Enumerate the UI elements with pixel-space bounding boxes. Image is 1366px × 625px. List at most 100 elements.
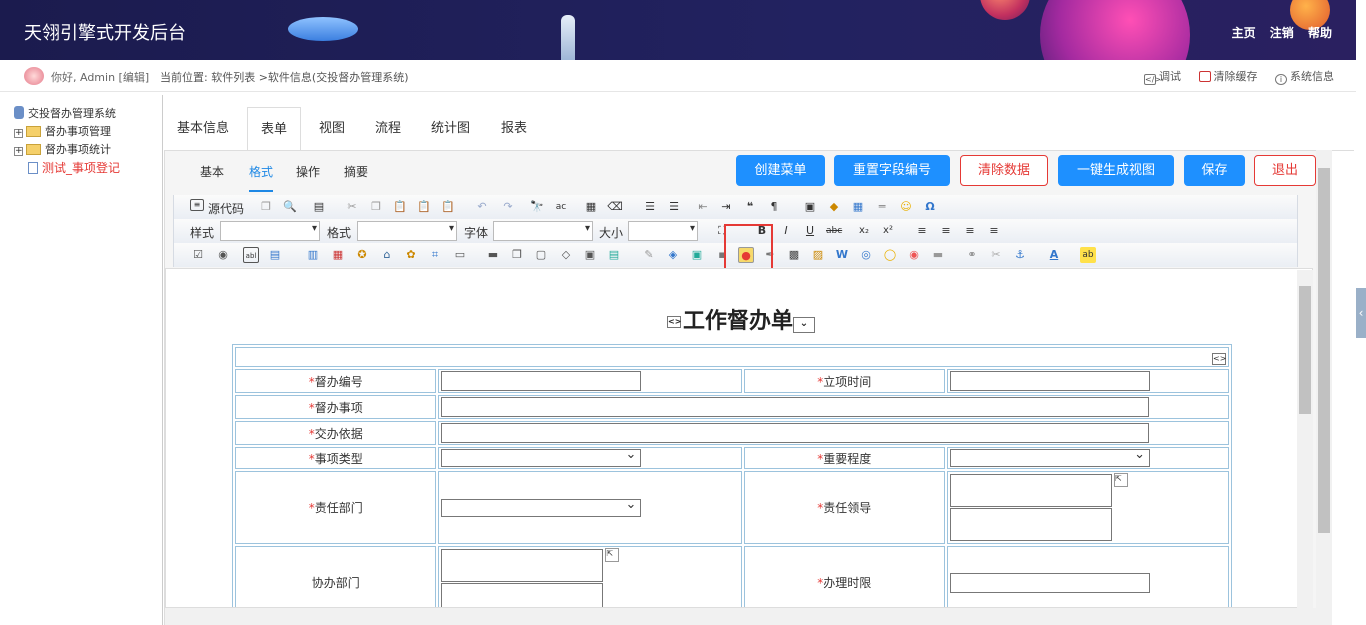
copy-field-icon[interactable]: ❐ [509, 247, 525, 263]
cut-icon[interactable]: ✂ [344, 199, 360, 215]
copy2-icon[interactable]: ❐ [368, 199, 384, 215]
align-center-icon[interactable]: ≡ [938, 223, 954, 239]
table-icon[interactable]: ▦ [850, 199, 866, 215]
tree-root[interactable]: 交投督办管理系统 [14, 105, 116, 121]
superscript-icon[interactable]: x² [880, 223, 896, 239]
tree-item-active[interactable]: 测试_事项登记 [28, 159, 120, 176]
tree-item[interactable]: + 督办事项管理 [14, 123, 111, 139]
stamp-icon[interactable]: ◉ [906, 247, 922, 263]
greeting[interactable]: 你好, Admin [编辑] [51, 69, 149, 85]
separator-icon[interactable]: ▬ [930, 247, 946, 263]
editor-content[interactable]: <>工作督办单 ⌄ <> *督办编号 *立项时间 *督办事项 *交办依据 *事项类… [165, 268, 1313, 608]
font-color-icon[interactable]: A [1046, 247, 1062, 263]
home-link[interactable]: 主页 [1232, 26, 1256, 40]
bank-icon[interactable]: ⌂ [379, 247, 395, 263]
unlink-icon[interactable]: ✂ [988, 247, 1004, 263]
calc-icon[interactable]: ▣ [582, 247, 598, 263]
responsible-leader-textarea[interactable] [949, 508, 1112, 541]
tree-item[interactable]: + 督办事项统计 [14, 141, 111, 157]
layers-icon[interactable]: ◈ [665, 247, 681, 263]
subtab-operation[interactable]: 操作 [296, 163, 320, 180]
select-field-icon[interactable]: ▥ [305, 247, 321, 263]
subtab-basic[interactable]: 基本 [200, 163, 224, 180]
supervise-item-input[interactable] [441, 397, 1150, 417]
item-type-select[interactable] [441, 447, 642, 467]
dept-picker-icon[interactable]: ⇱ [605, 548, 620, 562]
source-tag-icon[interactable]: <> [1212, 352, 1226, 365]
tab-chart[interactable]: 统计图 [418, 107, 483, 151]
subtab-format[interactable]: 格式 [249, 163, 274, 192]
horizontal-scrollbar[interactable] [165, 608, 1332, 625]
debug-link[interactable]: </>调试 [1144, 70, 1181, 85]
font-select[interactable] [493, 221, 593, 241]
format-select[interactable] [357, 221, 457, 241]
eraser-icon[interactable]: ⌫ [607, 199, 623, 215]
deadline-input[interactable] [949, 572, 1150, 593]
preview-icon[interactable]: 🔍 [282, 199, 298, 215]
scroll-thumb[interactable] [1318, 168, 1330, 533]
italic-icon[interactable]: I [778, 223, 794, 239]
image-icon[interactable]: ▣ [802, 199, 818, 215]
redo-icon[interactable]: ↷ [500, 199, 516, 215]
checkbox-icon[interactable]: ☑ [190, 247, 206, 263]
code-field-icon[interactable]: ◇ [558, 247, 574, 263]
clear-cache-link[interactable]: 清除缓存 [1198, 70, 1258, 83]
start-time-input[interactable] [949, 371, 1150, 391]
tab-form[interactable]: 表单 [247, 107, 302, 151]
logout-link[interactable]: 注销 [1270, 26, 1294, 40]
align-justify-icon[interactable]: ≡ [986, 223, 1002, 239]
div-icon[interactable]: ¶ [766, 199, 782, 215]
basis-input[interactable] [441, 423, 1150, 443]
textfield-icon[interactable]: abl [243, 247, 259, 263]
subtab-summary[interactable]: 摘要 [344, 163, 368, 180]
department-icon[interactable]: ✪ [354, 247, 370, 263]
responsible-dept-select[interactable] [441, 497, 642, 517]
paste-word-icon[interactable]: 📋 [440, 199, 456, 215]
tab-report[interactable]: 报表 [488, 107, 540, 151]
outdent-icon[interactable]: ⇤ [695, 199, 711, 215]
assist-dept-textarea[interactable] [441, 583, 604, 607]
button-field-icon[interactable]: ▭ [452, 247, 468, 263]
ordered-list-icon[interactable]: ☰ [642, 199, 658, 215]
clear-data-button[interactable]: 清除数据 [960, 155, 1048, 186]
size-select[interactable] [628, 221, 698, 241]
user-icon[interactable]: ✿ [403, 247, 419, 263]
supervise-no-input[interactable] [441, 371, 642, 391]
source-tag-icon[interactable]: <> [666, 316, 681, 328]
special-char-icon[interactable]: Ω [922, 199, 938, 215]
replace-icon[interactable]: ac [553, 199, 569, 215]
anchor-icon[interactable]: ⚓ [1012, 247, 1028, 263]
source-button[interactable]: 源代码 [208, 200, 244, 217]
tab-view[interactable]: 视图 [306, 107, 358, 151]
generate-view-button[interactable]: 一键生成视图 [1058, 155, 1174, 186]
undo-icon[interactable]: ↶ [474, 199, 490, 215]
paste-text-icon[interactable]: 📋 [416, 199, 432, 215]
system-info-link[interactable]: i 系统信息 [1275, 70, 1334, 85]
paste-icon[interactable]: 📋 [392, 199, 408, 215]
editor-vertical-scrollbar[interactable] [1297, 270, 1313, 608]
assist-dept-textarea[interactable] [441, 549, 604, 582]
color-icon[interactable]: ◯ [882, 247, 898, 263]
list-field-icon[interactable]: ▤ [606, 247, 622, 263]
highlight-icon[interactable]: ab [1080, 247, 1096, 263]
page-vertical-scrollbar[interactable] [1316, 150, 1332, 625]
tab-basic-info[interactable]: 基本信息 [164, 107, 242, 151]
create-menu-button[interactable]: 创建菜单 [736, 155, 825, 186]
flash-icon[interactable]: ◆ [826, 199, 842, 215]
textarea-icon[interactable]: ▤ [267, 247, 283, 263]
blockquote-icon[interactable]: ❝ [742, 199, 758, 215]
collapse-handle-icon[interactable]: ‹ [1356, 288, 1366, 338]
user-picker-icon[interactable]: ⇱ [1113, 473, 1128, 487]
style-select[interactable] [220, 221, 320, 241]
align-right-icon[interactable]: ≡ [962, 223, 978, 239]
radio-icon[interactable]: ◉ [215, 247, 231, 263]
title-dropdown[interactable]: ⌄ [793, 317, 815, 333]
scroll-thumb[interactable] [1299, 286, 1311, 414]
reset-field-button[interactable]: 重置字段编号 [834, 155, 950, 186]
find-icon[interactable]: 🔭 [529, 199, 545, 215]
picture-icon[interactable]: ▣ [689, 247, 705, 263]
indent-icon[interactable]: ⇥ [718, 199, 734, 215]
chart-field-icon[interactable]: ▨ [810, 247, 826, 263]
word-icon[interactable]: W [834, 247, 850, 263]
template-icon[interactable]: ▤ [311, 199, 327, 215]
